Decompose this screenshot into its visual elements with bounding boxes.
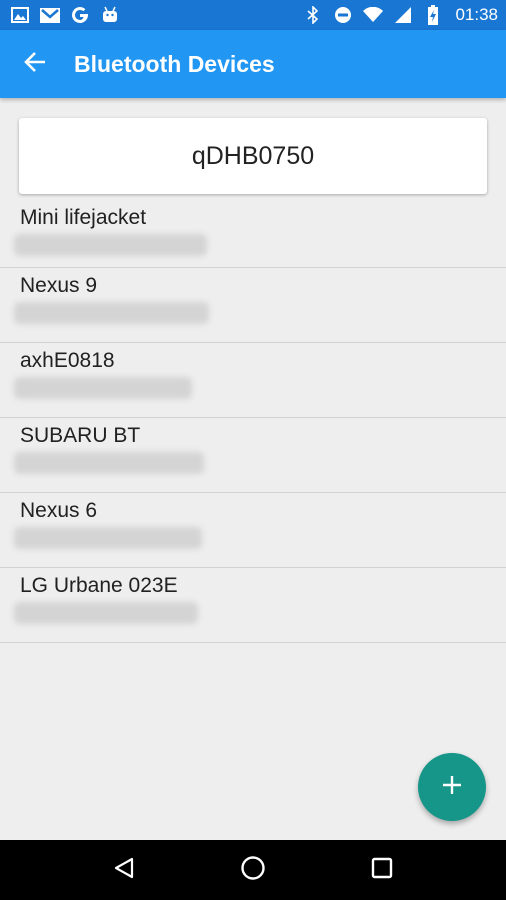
device-address-blurred: [14, 234, 207, 256]
gmail-icon: [40, 5, 60, 25]
home-circle-icon: [240, 855, 266, 886]
list-item[interactable]: SUBARU BT: [0, 418, 506, 493]
page-title: Bluetooth Devices: [74, 50, 275, 77]
device-name: LG Urbane 023E: [20, 574, 178, 597]
list-item[interactable]: LG Urbane 023E: [0, 568, 506, 643]
device-name: Mini lifejacket: [20, 206, 147, 229]
cell-signal-icon: [393, 5, 413, 25]
main-content: qDHB0750 Mini lifejacket Nexus 9 axhE081…: [0, 98, 506, 643]
back-triangle-icon: [113, 857, 135, 884]
device-address-blurred: [14, 302, 209, 324]
image-icon: [10, 5, 30, 25]
status-bar-notifications: [10, 5, 120, 25]
device-address-blurred: [14, 377, 192, 399]
device-address-blurred: [14, 602, 198, 624]
battery-icon: [423, 5, 443, 25]
navigation-bar: [0, 840, 506, 900]
back-button[interactable]: [0, 30, 70, 98]
status-bar: 01:38: [0, 0, 506, 30]
device-address-blurred: [14, 527, 202, 549]
wifi-icon: [363, 5, 384, 25]
list-item[interactable]: Nexus 6: [0, 493, 506, 568]
device-list: Mini lifejacket Nexus 9 axhE0818 SUBARU …: [0, 200, 506, 643]
nav-home-button[interactable]: [223, 840, 283, 900]
plus-icon: [442, 775, 462, 800]
nav-recents-button[interactable]: [352, 840, 412, 900]
arrow-back-icon: [24, 51, 46, 77]
google-icon: [70, 5, 90, 25]
app-bar: Bluetooth Devices: [0, 30, 506, 98]
list-item[interactable]: axhE0818: [0, 343, 506, 418]
search-field[interactable]: qDHB0750: [19, 118, 487, 194]
android-icon: [100, 5, 120, 25]
status-time: 01:38: [455, 5, 498, 24]
list-item[interactable]: Nexus 9: [0, 268, 506, 343]
recents-square-icon: [371, 857, 393, 884]
add-device-button[interactable]: [418, 753, 486, 821]
status-bar-system: 01:38: [303, 5, 498, 25]
do-not-disturb-icon: [333, 5, 353, 25]
list-item[interactable]: Mini lifejacket: [0, 200, 506, 268]
device-name: axhE0818: [20, 349, 115, 372]
device-name: SUBARU BT: [20, 424, 141, 447]
nav-back-button[interactable]: [94, 840, 154, 900]
device-name: Nexus 9: [20, 274, 98, 297]
device-address-blurred: [14, 452, 204, 474]
bluetooth-icon: [303, 5, 323, 25]
device-name: Nexus 6: [20, 499, 98, 522]
